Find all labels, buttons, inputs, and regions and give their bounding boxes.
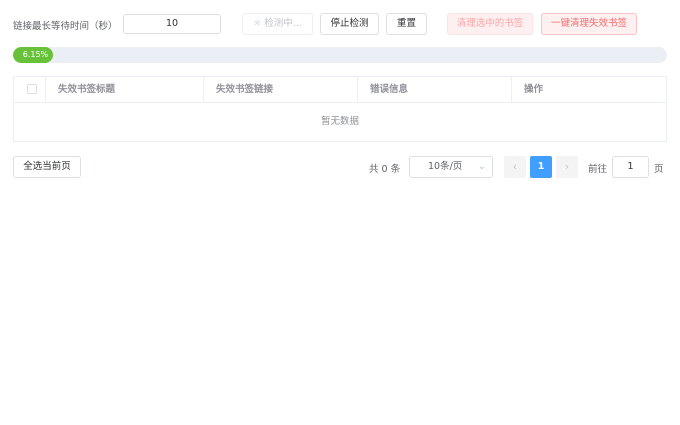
page-size-select[interactable]: 10条/页 ⌄ [409,156,493,178]
footer: 全选当前页 共 0 条 10条/页 ⌄ ‹ 1 › 前往 1 页 [13,156,667,178]
detecting-label: 检测中... [264,18,302,29]
page-suffix: 页 [654,164,664,175]
goto-label: 前往 [588,164,608,175]
loading-icon: ☼ [253,19,262,29]
page-size-value: 10条/页 [428,161,463,172]
progress-bar: 6.15% [13,47,667,63]
timeout-label: 链接最长等待时间（秒） [13,21,118,32]
bookmark-table: 失效书签标题 失效书签链接 错误信息 操作 暂无数据 [13,76,667,142]
detecting-button[interactable]: ☼ 检测中... [242,13,313,35]
select-column-header [14,77,46,102]
select-all-checkbox[interactable] [27,84,37,94]
clean-selected-button[interactable]: 清理选中的书签 [447,13,533,35]
timeout-input[interactable]: 10 [123,14,221,34]
chevron-left-icon: ‹ [512,160,518,173]
total-count: 共 0 条 [369,164,401,175]
empty-state: 暂无数据 [320,116,359,127]
chevron-down-icon: ⌄ [477,161,486,172]
column-actions: 操作 [524,84,544,95]
reset-button[interactable]: 重置 [386,13,427,35]
clean-invalid-button[interactable]: 一键清理失效书签 [541,13,637,35]
prev-page-button[interactable]: ‹ [504,156,526,178]
chevron-right-icon: › [564,160,570,173]
table-header: 失效书签标题 失效书签链接 错误信息 操作 [14,77,666,103]
page-number-current[interactable]: 1 [530,156,552,178]
column-title: 失效书签标题 [46,77,204,102]
stop-detect-button[interactable]: 停止检测 [320,13,379,35]
goto-page-input[interactable]: 1 [612,156,649,178]
select-all-page-button[interactable]: 全选当前页 [13,156,81,178]
progress-fill: 6.15% [13,47,54,63]
toolbar: 链接最长等待时间（秒） 10 ☼ 检测中... 停止检测 重置 清理选中的书签 一… [13,13,667,35]
progress-text: 6.15% [22,50,49,59]
column-error: 错误信息 [358,77,512,102]
column-link: 失效书签链接 [204,77,358,102]
next-page-button[interactable]: › [556,156,578,178]
